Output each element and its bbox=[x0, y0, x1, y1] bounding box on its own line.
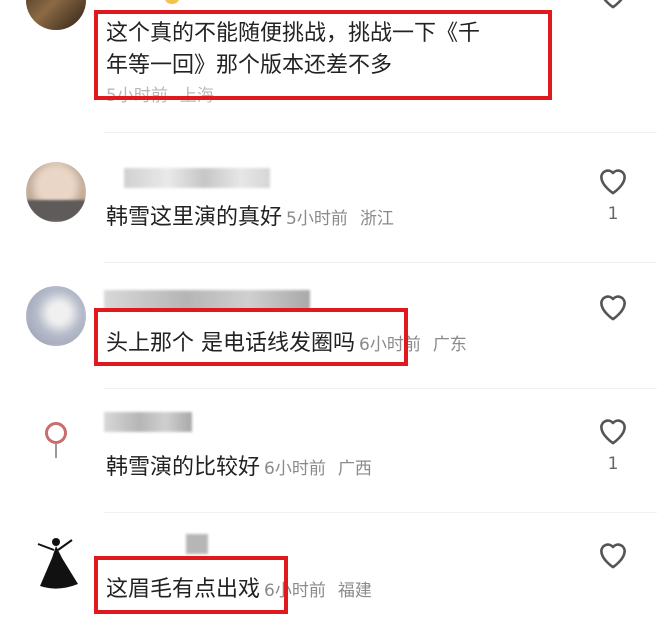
heart-outline-icon bbox=[600, 543, 626, 569]
comment-text: 韩雪演的比较好 6小时前 广西 bbox=[106, 452, 372, 485]
divider bbox=[104, 512, 657, 513]
comment-item: 韩雪这里演的真好 5小时前 浙江 1 bbox=[0, 150, 657, 260]
comment-item: 这个真的不能随便挑战，挑战一下《千 年等一回》那个版本还差不多 5小时前 上海 bbox=[0, 0, 657, 126]
heart-outline-icon bbox=[600, 419, 626, 445]
comment-location: 浙江 bbox=[359, 209, 394, 229]
like-button[interactable] bbox=[593, 538, 633, 570]
like-button[interactable] bbox=[593, 0, 633, 10]
avatar[interactable] bbox=[26, 162, 86, 222]
highlight-box bbox=[94, 10, 552, 100]
highlight-box bbox=[94, 556, 288, 614]
comment-location: 广西 bbox=[337, 459, 372, 479]
badge-icon bbox=[165, 0, 179, 4]
heart-outline-icon bbox=[603, 0, 623, 9]
like-button[interactable]: 1 bbox=[593, 414, 633, 474]
like-count: 1 bbox=[607, 204, 619, 224]
comment-item: 头上那个 是电话线发圈吗 6小时前 广东 bbox=[0, 276, 657, 386]
username-blurred bbox=[104, 412, 192, 432]
username-blurred bbox=[104, 290, 310, 310]
avatar[interactable] bbox=[26, 286, 86, 346]
lollipop-avatar[interactable] bbox=[42, 422, 72, 458]
divider bbox=[104, 388, 657, 389]
comment-item: 韩雪演的比较好 6小时前 广西 1 bbox=[0, 400, 657, 508]
comment-location: 福建 bbox=[337, 581, 372, 601]
comment-item: 这眉毛有点出戏 6小时前 福建 bbox=[0, 524, 657, 640]
comment-location: 广东 bbox=[432, 335, 467, 355]
comment-text-body: 韩雪这里演的真好 bbox=[106, 205, 283, 230]
like-button[interactable]: 1 bbox=[593, 164, 633, 224]
comment-time: 5小时前 bbox=[286, 209, 348, 229]
comment-text-body: 韩雪演的比较好 bbox=[106, 455, 261, 480]
like-button[interactable] bbox=[593, 290, 633, 322]
highlight-box bbox=[94, 308, 408, 366]
heart-outline-icon bbox=[600, 295, 626, 321]
username-blurred bbox=[124, 168, 270, 188]
username-blurred bbox=[186, 534, 208, 554]
like-count: 1 bbox=[607, 454, 619, 474]
dancer-silhouette-icon bbox=[37, 538, 78, 589]
divider bbox=[104, 262, 657, 263]
heart-outline-icon bbox=[600, 169, 626, 195]
comment-time: 6小时前 bbox=[264, 459, 326, 479]
divider bbox=[104, 132, 657, 133]
comment-text: 韩雪这里演的真好 5小时前 浙江 bbox=[106, 202, 394, 235]
dancer-avatar[interactable] bbox=[32, 534, 84, 594]
avatar[interactable] bbox=[26, 0, 86, 30]
